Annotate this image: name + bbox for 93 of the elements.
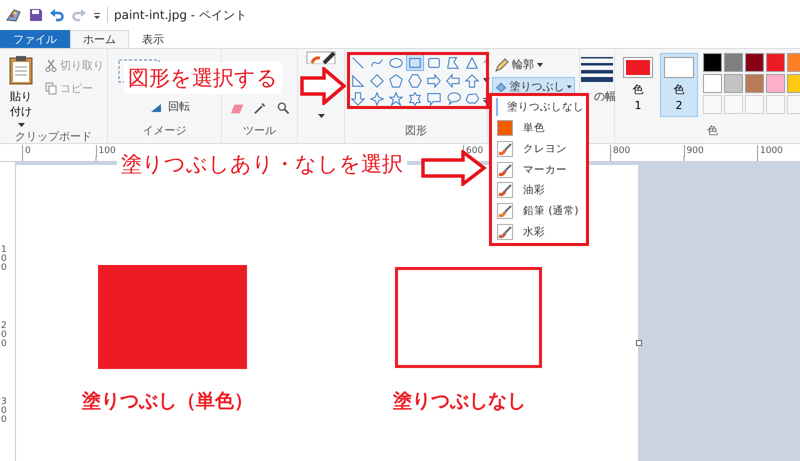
brush-icon — [497, 182, 513, 198]
four-point-star-shape-icon[interactable] — [368, 90, 386, 107]
ribbon-tab[interactable]: ホーム — [70, 30, 129, 48]
shape-caption: 塗りつぶしなし — [393, 389, 526, 414]
diamond-shape-icon[interactable] — [368, 72, 386, 89]
empty-swatch[interactable] — [724, 95, 743, 114]
ruler-label: 100 — [1, 246, 8, 273]
undo-icon[interactable] — [49, 8, 65, 22]
color-swatch[interactable] — [745, 74, 764, 93]
brush-icon[interactable] — [306, 51, 336, 64]
paint-app-icon[interactable] — [5, 7, 23, 23]
color-selector-button[interactable]: 色 2 — [660, 53, 698, 117]
color-swatch[interactable] — [766, 74, 785, 93]
clipboard-icon — [8, 55, 34, 85]
six-point-star-shape-icon[interactable] — [406, 90, 424, 107]
ruler-label: 900 — [684, 145, 704, 157]
pencil-icon — [495, 58, 509, 72]
menu-item-label: 水彩 — [523, 224, 545, 239]
up-arrow-shape-icon[interactable] — [463, 72, 481, 89]
ruler-label: 100 — [96, 145, 116, 157]
color-swatch[interactable] — [724, 74, 743, 93]
group-label: クリップボード — [14, 129, 93, 144]
shape-caption: 塗りつぶし（単色） — [82, 389, 253, 414]
menu-item-label: マーカー — [523, 162, 567, 177]
brush-icon — [497, 162, 513, 178]
brush-icon — [497, 202, 513, 219]
color-swatch[interactable] — [745, 53, 764, 72]
window-title: paint-int.jpg - ペイント — [114, 6, 247, 24]
group-label: 色 — [706, 123, 719, 139]
ruler-label: 200 — [1, 322, 8, 349]
rectangle-callout-shape-icon[interactable] — [425, 90, 443, 107]
caret-icon — [18, 123, 24, 127]
size-label: の幅 — [594, 89, 616, 104]
menu-item-label: 塗りつぶしなし — [507, 100, 584, 114]
scissors-icon — [45, 59, 57, 72]
menu-item[interactable]: 塗りつぶしなし — [492, 97, 586, 118]
triangle-shape-icon[interactable] — [463, 54, 481, 71]
copy-icon — [45, 82, 57, 95]
menu-item-label: 油彩 — [523, 183, 545, 198]
color-picker-icon[interactable] — [254, 101, 267, 115]
paste-label: 貼り付け — [9, 89, 33, 119]
file-tab[interactable]: ファイル — [0, 30, 70, 48]
ruler-label: 1000 — [757, 145, 783, 157]
annotation-label: 図形を選択する — [124, 62, 282, 94]
group-label: 図形 — [404, 123, 428, 139]
right-triangle-shape-icon[interactable] — [349, 72, 367, 89]
polygon-shape-icon[interactable] — [444, 54, 462, 71]
color-swatch[interactable] — [703, 74, 722, 93]
five-point-star-shape-icon[interactable] — [387, 90, 405, 107]
arrow-icon — [300, 67, 346, 105]
menu-item-label: 鉛筆 (通常) — [523, 204, 579, 218]
down-arrow-shape-icon[interactable] — [349, 90, 367, 107]
menu-item[interactable]: 油彩 — [492, 180, 586, 201]
dropdown-arrow-icon[interactable] — [93, 11, 101, 19]
menu-item[interactable]: クレヨン — [492, 138, 586, 160]
paste-button[interactable]: 貼り付け — [4, 53, 38, 129]
rotate-button[interactable]: 回転 — [148, 97, 217, 116]
empty-swatch[interactable] — [745, 95, 764, 114]
color-swatch[interactable] — [724, 53, 743, 72]
color-swatch[interactable] — [766, 53, 785, 72]
ruler-label: 800 — [610, 145, 630, 157]
brush-icon — [497, 224, 513, 240]
menu-item-label: 単色 — [523, 121, 545, 136]
empty-swatch[interactable] — [766, 95, 785, 114]
outline-button[interactable]: 輪郭 — [492, 55, 575, 74]
left-arrow-shape-icon[interactable] — [444, 72, 462, 89]
color-selector-button[interactable]: 色 1 — [619, 53, 657, 117]
save-icon[interactable] — [29, 8, 43, 22]
group-label: イメージ — [142, 123, 188, 139]
menu-item[interactable]: 水彩 — [492, 221, 586, 242]
magnifier-icon[interactable] — [276, 101, 289, 115]
solid-fill-icon — [497, 120, 513, 136]
menu-item-label: クレヨン — [523, 142, 567, 156]
scroll-up-icon[interactable] — [483, 58, 490, 63]
caret-icon[interactable] — [318, 114, 324, 118]
menu-item[interactable]: 単色 — [492, 118, 586, 138]
rectangle-shape-icon[interactable] — [406, 54, 424, 71]
caret-icon — [567, 84, 572, 88]
hexagon-shape-icon[interactable] — [406, 72, 424, 89]
menu-item[interactable]: 鉛筆 (通常) — [492, 200, 586, 222]
right-arrow-shape-icon[interactable] — [425, 72, 443, 89]
line-width-icon[interactable] — [581, 55, 613, 83]
eraser-icon[interactable] — [230, 103, 244, 115]
ruler-label: 0 — [22, 145, 31, 157]
pentagon-shape-icon[interactable] — [387, 72, 405, 89]
group-label: ツール — [242, 123, 277, 139]
scroll-down-icon[interactable] — [483, 78, 490, 83]
resize-handle[interactable] — [636, 340, 642, 346]
color-swatch[interactable] — [703, 53, 722, 72]
brush-icon — [497, 140, 513, 157]
ruler-label: 300 — [1, 398, 8, 425]
empty-swatch[interactable] — [703, 95, 722, 114]
caret-icon — [537, 62, 543, 66]
